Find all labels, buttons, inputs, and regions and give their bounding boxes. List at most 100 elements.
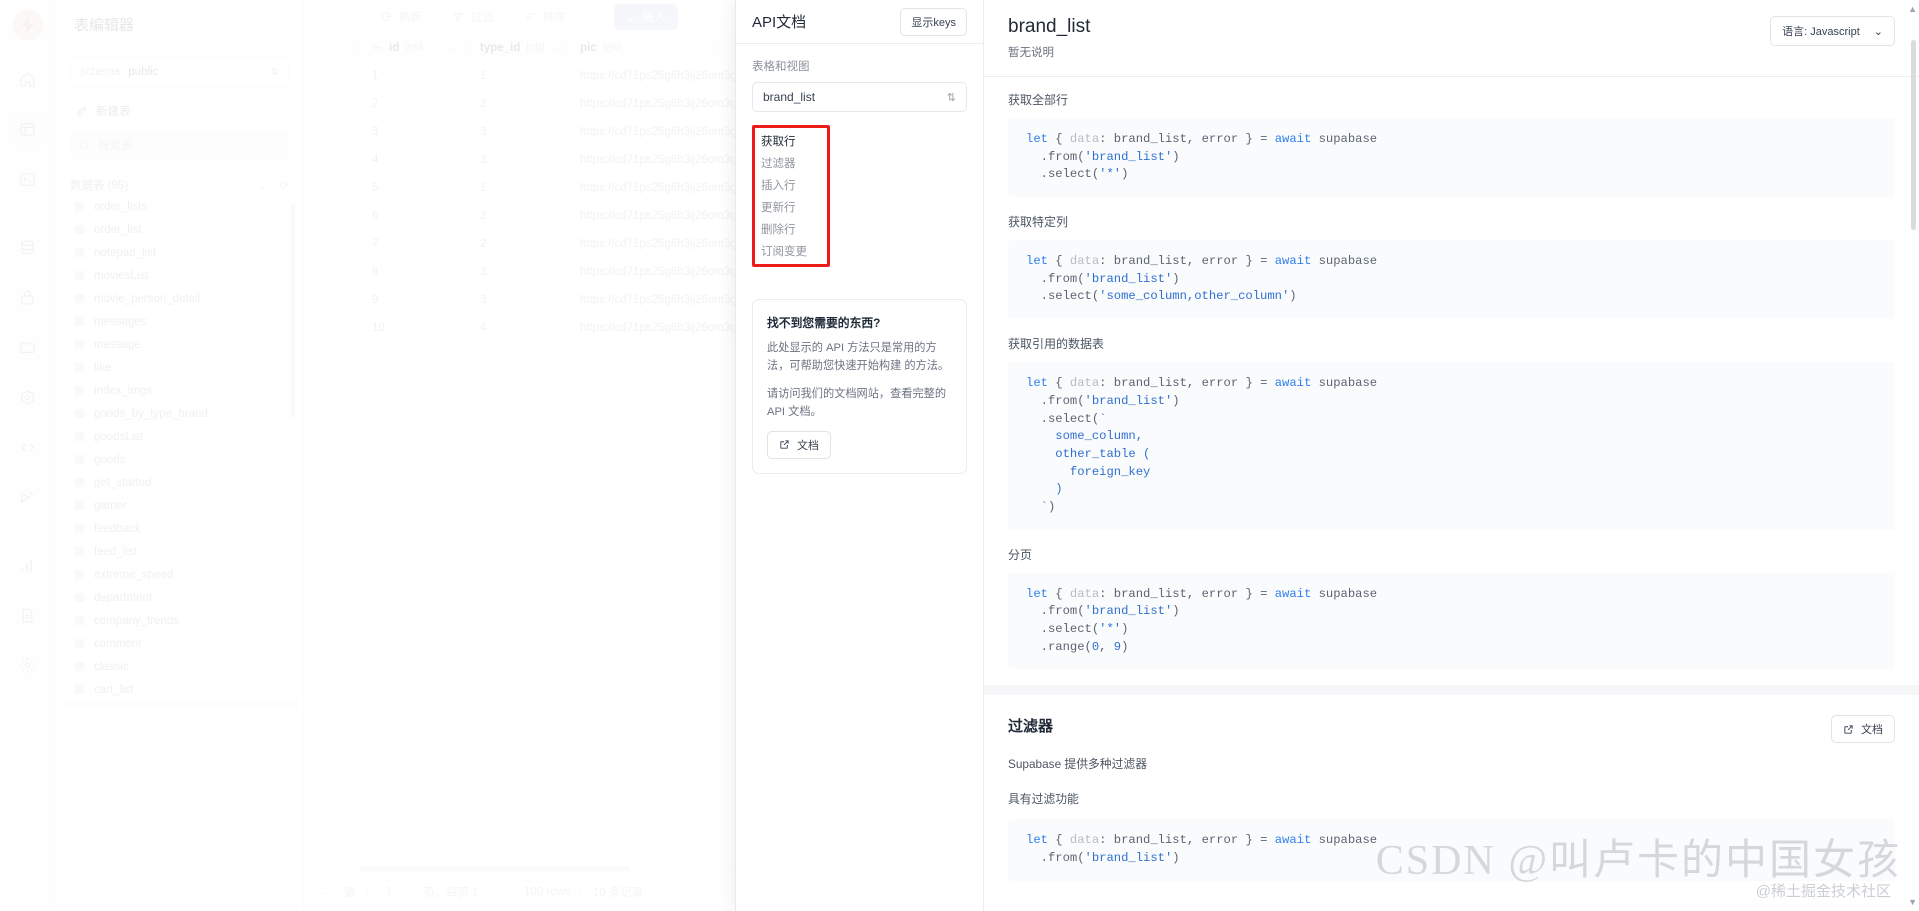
cell-id[interactable]: 1 [360,62,468,89]
api-icon[interactable] [11,430,45,464]
cell-id[interactable]: 5 [360,174,468,201]
sidebar-table-moviesList[interactable]: moviesList [64,264,297,287]
sidebar-table-order_list[interactable]: order_list [64,218,297,241]
docs-nav-item-4[interactable]: 删除行 [755,218,827,240]
edge-functions-icon[interactable] [11,380,45,414]
refresh-button[interactable]: 刷新 [380,9,422,25]
cell-id[interactable]: 10 [360,314,468,341]
code-block-filters[interactable]: let { data: brand_list, error } = await … [1008,819,1895,881]
row-checkbox-cell[interactable] [304,118,360,145]
row-checkbox-cell[interactable] [304,146,360,173]
storage-icon[interactable] [11,330,45,364]
sidebar-table-get_started[interactable]: get_started [64,471,297,494]
language-select[interactable]: 语言: Javascript ⌄ [1770,16,1895,46]
collapse-all-icon[interactable]: ⌄ [258,178,268,192]
select-all-checkbox-cell[interactable] [304,34,360,61]
info-card-docs-button[interactable]: 文档 [767,430,831,459]
realtime-icon[interactable] [11,480,45,514]
reports-icon[interactable] [11,548,45,582]
docs-nav-item-3[interactable]: 更新行 [755,196,827,218]
settings-icon[interactable] [11,648,45,682]
table-editor-icon[interactable] [10,112,45,146]
database-icon[interactable] [11,230,45,264]
sidebar-table-message[interactable]: message [64,333,297,356]
code-block-specific-columns[interactable]: let { data: brand_list, error } = await … [1008,240,1895,320]
cell-id[interactable]: 9 [360,286,468,313]
sidebar-table-movie_person_detail[interactable]: movie_person_detail [64,287,297,310]
row-checkbox-cell[interactable] [304,314,360,341]
docs-nav-item-0[interactable]: 获取行 [755,130,827,152]
sidebar-table-comment[interactable]: comment [64,632,297,655]
code-block-all-rows[interactable]: let { data: brand_list, error } = await … [1008,118,1895,198]
sidebar-scrollbar[interactable] [291,203,295,418]
cell-id[interactable]: 7 [360,230,468,257]
row-checkbox-cell[interactable] [304,202,360,229]
docs-nav-item-1[interactable]: 过滤器 [755,152,827,174]
docs-nav-item-2[interactable]: 插入行 [755,174,827,196]
row-checkbox-cell[interactable] [304,230,360,257]
refresh-tables-icon[interactable]: ⟳ [279,178,289,192]
row-checkbox-cell[interactable] [304,174,360,201]
filter-button[interactable]: 过滤 [452,9,494,25]
code-block-pagination[interactable]: let { data: brand_list, error } = await … [1008,572,1895,670]
cell-id[interactable]: 8 [360,258,468,285]
api-docs-content[interactable]: brand_list 暂无说明 语言: Javascript ⌄ 获取全部行 l… [984,0,1919,911]
prev-page-button[interactable]: ← [320,886,332,898]
docs-table-select[interactable]: brand_list ⇅ [752,82,967,112]
sort-button[interactable]: 排序 [524,9,566,25]
sidebar-table-department[interactable]: department [64,586,297,609]
page-number-input[interactable]: 1 [367,880,411,903]
sidebar-table-goods[interactable]: goods [64,448,297,471]
auth-icon[interactable] [11,280,45,314]
logs-icon[interactable] [11,598,45,632]
sidebar-table-gamer[interactable]: gamer [64,494,297,517]
sql-editor-icon[interactable] [11,162,45,196]
search-tables-input[interactable]: 搜索表 [70,131,289,159]
cell-type_id[interactable]: 3 [468,286,568,313]
scroll-up-icon[interactable]: ▲ [1908,4,1917,14]
sidebar-table-extreme_speed[interactable]: extreme_speed [64,563,297,586]
row-checkbox-cell[interactable] [304,62,360,89]
docs-nav-item-5[interactable]: 订阅变更 [755,240,827,262]
grid-column-header-type_id[interactable]: type_id int8 ⌄ [468,34,568,61]
cell-type_id[interactable]: 3 [468,118,568,145]
rows-per-page-select[interactable]: 100 rows [514,880,581,903]
filters-docs-button[interactable]: 文档 [1831,715,1895,744]
schema-select[interactable]: schema public ⇅ [70,57,289,87]
sidebar-table-classic[interactable]: classic [64,655,297,678]
sidebar-table-cart_list[interactable]: cart_list [64,678,297,701]
next-page-button[interactable]: → [491,886,503,898]
cell-type_id[interactable]: 3 [468,146,568,173]
cell-id[interactable]: 3 [360,118,468,145]
cell-id[interactable]: 2 [360,90,468,117]
cell-type_id[interactable]: 1 [468,62,568,89]
grid-column-header-id[interactable]: id int4 ⌄ [360,34,468,61]
cell-id[interactable]: 4 [360,146,468,173]
sidebar-table-company_trends[interactable]: company_trends [64,609,297,632]
sidebar-table-like[interactable]: like [64,356,297,379]
highlighted-operations-menu[interactable]: 获取行 过滤器 插入行 更新行 删除行 订阅变更 [752,125,830,267]
sidebar-table-goods_by_type_brand[interactable]: goods_by_type_brand [64,402,297,425]
show-keys-button[interactable]: 显示keys [900,7,967,36]
home-icon[interactable] [11,62,45,96]
cell-type_id[interactable]: 3 [468,258,568,285]
cell-type_id[interactable]: 2 [468,202,568,229]
sidebar-table-notepad_list[interactable]: notepad_list [64,241,297,264]
cell-type_id[interactable]: 4 [468,314,568,341]
scroll-down-icon[interactable]: ▼ [1908,897,1917,907]
docs-scrollbar[interactable] [1911,40,1916,230]
cell-id[interactable]: 6 [360,202,468,229]
row-checkbox-cell[interactable] [304,90,360,117]
sidebar-table-goodsList[interactable]: goodsList [64,425,297,448]
supabase-logo[interactable] [12,10,43,40]
sidebar-table-feedback[interactable]: feedback [64,517,297,540]
new-table-button[interactable]: 新建表 [70,97,289,125]
insert-button[interactable]: ⌄ 插入 [614,4,678,30]
cell-type_id[interactable]: 2 [468,90,568,117]
sidebar-table-messages[interactable]: messages [64,310,297,333]
sidebar-table-brand_list[interactable]: brand_list⌄ [64,701,297,707]
sidebar-table-feed_list[interactable]: feed_list [64,540,297,563]
row-checkbox-cell[interactable] [304,258,360,285]
cell-type_id[interactable]: 1 [468,174,568,201]
row-checkbox-cell[interactable] [304,286,360,313]
